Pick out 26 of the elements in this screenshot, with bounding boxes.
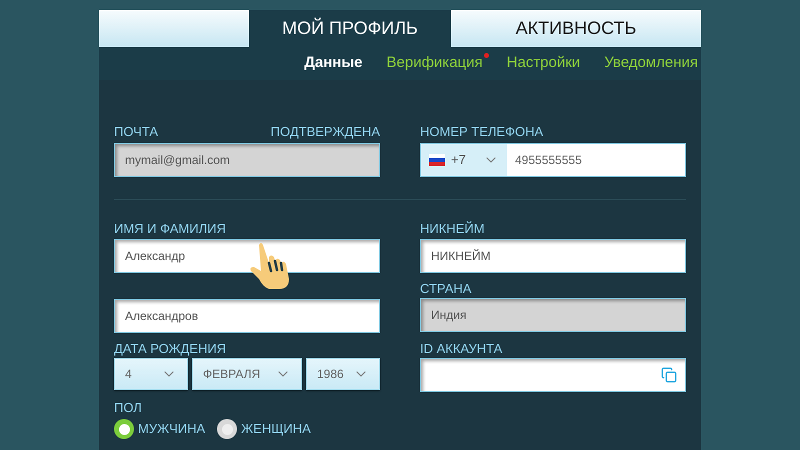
field-label: ДАТА РОЖДЕНИЯ [114, 341, 228, 357]
radio-button[interactable] [217, 419, 238, 439]
radio-label: ЖЕНЩИНА [241, 421, 311, 437]
field-label: НИКНЕЙМ [420, 221, 486, 237]
field-label: СТРАНА [420, 281, 472, 297]
verified-status: ПОДТВЕРЖДЕНА [270, 124, 380, 140]
dropdown[interactable]: 1986 [306, 358, 380, 390]
field-label: НОМЕР ТЕЛЕФОНА [420, 124, 544, 140]
input-field[interactable]: НИКНЕЙМ [420, 239, 686, 273]
subtab[interactable]: Данные [304, 52, 363, 75]
copy-icon[interactable] [661, 367, 677, 383]
field-label: ПОЛ [114, 400, 143, 416]
tab[interactable]: АКТИВНОСТЬ [451, 10, 701, 47]
dropdown[interactable]: ФЕВРАЛЯ [192, 358, 302, 390]
field-label: ИМЯ И ФАМИЛИЯ [114, 221, 227, 237]
subtab[interactable]: Уведомления [604, 52, 698, 75]
input-field[interactable]: Александр [114, 239, 380, 273]
radio-button[interactable] [114, 419, 134, 439]
input-field[interactable] [420, 358, 686, 392]
input-field[interactable]: Александров [114, 299, 380, 333]
subtab[interactable]: Верификация [386, 52, 483, 75]
field-label: ID АККАУНТА [420, 341, 504, 357]
radio-label: МУЖЧИНА [138, 421, 206, 437]
dropdown[interactable]: 4 [114, 358, 188, 390]
subtab[interactable]: Настройки [506, 52, 580, 75]
field-label: ПОЧТА [114, 124, 158, 140]
